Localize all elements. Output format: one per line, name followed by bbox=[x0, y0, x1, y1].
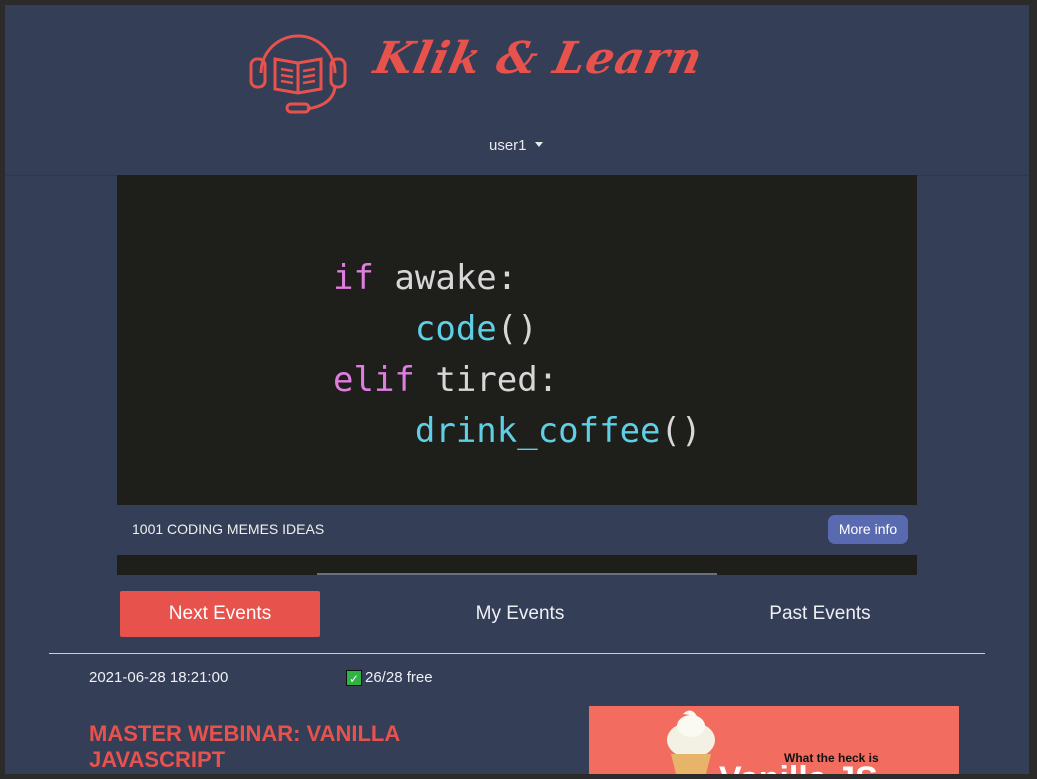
event-date: 2021-06-28 18:21:00 bbox=[89, 669, 229, 686]
seats-free: 26/28 free bbox=[365, 669, 433, 686]
code-text: tired: bbox=[414, 360, 559, 400]
carousel-caption: 1001 CODING MEMES IDEAS bbox=[132, 521, 325, 537]
code-text: awake: bbox=[373, 258, 518, 298]
checkmark-icon: ✓ bbox=[346, 669, 362, 686]
user-dropdown[interactable]: user1 bbox=[489, 137, 543, 154]
code-function: drink_coffee bbox=[414, 411, 661, 451]
headset-book-icon[interactable] bbox=[247, 29, 349, 117]
tab-my-events[interactable]: My Events bbox=[420, 591, 620, 637]
code-text: () bbox=[496, 309, 538, 349]
event-thumbnail[interactable]: What the heck is Vanilla JS bbox=[589, 706, 959, 774]
seats-status: ✓ 26/28 free bbox=[346, 669, 433, 686]
carousel-indicator[interactable] bbox=[317, 573, 717, 575]
caret-down-icon bbox=[534, 142, 543, 147]
featured-carousel[interactable]: if awake: code() elif tired: drink_coffe… bbox=[117, 175, 917, 575]
app-window: Klik & Learn user1 if awake: code() elif… bbox=[5, 5, 1029, 774]
code-function: code bbox=[414, 309, 497, 349]
code-keyword: if bbox=[333, 258, 374, 298]
ice-cream-icon bbox=[667, 710, 715, 774]
user-name: user1 bbox=[489, 137, 527, 154]
brand-name[interactable]: Klik & Learn bbox=[370, 33, 708, 84]
code-meme-image: if awake: code() elif tired: drink_coffe… bbox=[333, 253, 701, 457]
thumbnail-title: Vanilla JS bbox=[719, 760, 878, 774]
code-text: () bbox=[660, 411, 702, 451]
event-tabs: Next Events My Events Past Events bbox=[120, 591, 920, 637]
event-title[interactable]: MASTER WEBINAR: VANILLA JAVASCRIPT bbox=[89, 721, 449, 773]
divider bbox=[49, 653, 985, 654]
tab-past-events[interactable]: Past Events bbox=[720, 591, 920, 637]
site-header: Klik & Learn user1 bbox=[5, 5, 1029, 176]
more-info-button[interactable]: More info bbox=[828, 515, 908, 544]
code-keyword: elif bbox=[333, 360, 415, 400]
tab-next-events[interactable]: Next Events bbox=[120, 591, 320, 637]
carousel-caption-bar: 1001 CODING MEMES IDEAS More info bbox=[117, 505, 917, 555]
